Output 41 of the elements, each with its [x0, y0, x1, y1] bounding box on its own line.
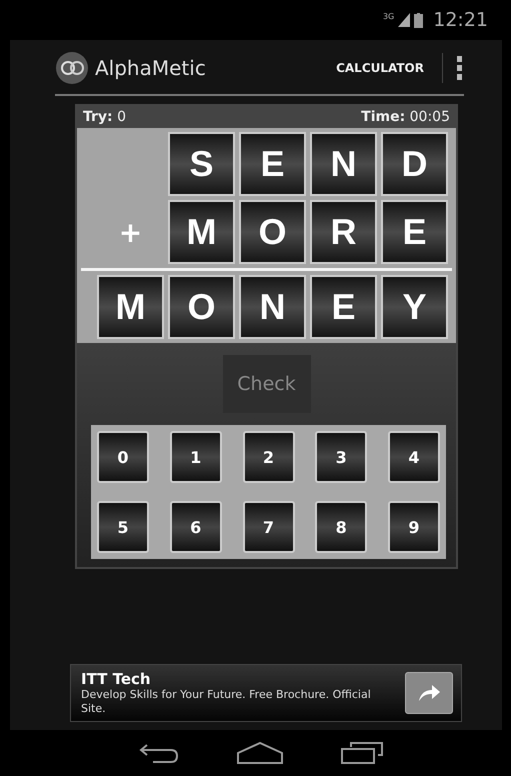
digit-key[interactable]: 7 [242, 501, 294, 553]
digit-key[interactable]: 6 [170, 501, 222, 553]
app-title: AlphaMetic [95, 56, 206, 80]
letter-tile[interactable]: E [381, 200, 448, 264]
battery-icon [414, 12, 424, 28]
letter-tile[interactable]: R [310, 200, 377, 264]
ad-banner[interactable]: ITT Tech Develop Skills for Your Future. Free Brochure. Official Site. [70, 664, 462, 722]
digit-key[interactable]: 5 [97, 501, 149, 553]
plus-sign: + [118, 216, 144, 248]
digit-key[interactable]: 8 [315, 501, 368, 553]
digit-key[interactable]: 4 [388, 431, 440, 483]
digit-key[interactable]: 1 [170, 431, 222, 483]
digit-key[interactable]: 3 [315, 431, 368, 483]
try-counter: Try: 0 [83, 109, 126, 125]
home-icon[interactable] [237, 741, 283, 765]
letter-tile[interactable]: O [168, 275, 235, 339]
letter-tile[interactable]: E [310, 275, 377, 339]
digit-key[interactable]: 2 [242, 431, 294, 483]
ad-title: ITT Tech [81, 670, 152, 688]
digit-key[interactable]: 9 [388, 501, 440, 553]
recent-apps-icon[interactable] [341, 741, 383, 765]
network-type: 3G [382, 12, 394, 21]
letter-tile[interactable]: M [97, 275, 164, 339]
ad-text: Develop Skills for Your Future. Free Brochure. Official Site. [81, 688, 371, 716]
signal-icon [398, 13, 410, 27]
forward-arrow-icon [417, 683, 441, 703]
overflow-menu-icon[interactable] [455, 54, 464, 82]
app-logo-icon [55, 51, 89, 85]
forward-arrow-button[interactable] [405, 672, 453, 714]
digit-key[interactable]: 0 [97, 431, 149, 483]
calculator-button[interactable]: CALCULATOR [330, 55, 430, 81]
letter-tile[interactable]: S [168, 132, 235, 196]
timer: Time: 00:05 [361, 109, 450, 125]
letter-tile[interactable]: E [239, 132, 306, 196]
letter-tile[interactable]: D [381, 132, 448, 196]
letter-tile[interactable]: Y [381, 275, 448, 339]
letter-tile[interactable]: N [239, 275, 306, 339]
letter-tile[interactable]: M [168, 200, 235, 264]
letter-tile[interactable]: N [310, 132, 377, 196]
clock: 12:21 [433, 9, 488, 31]
letter-tile[interactable]: O [239, 200, 306, 264]
